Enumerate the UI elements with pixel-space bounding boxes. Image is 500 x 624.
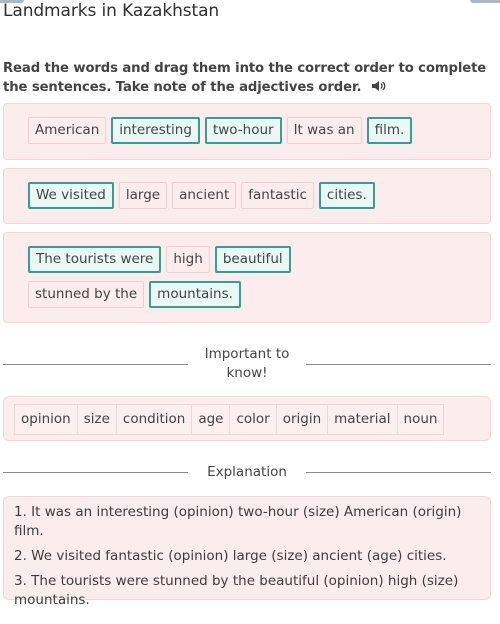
word-chip[interactable]: film. [366, 117, 413, 144]
sentence-drop-area-3[interactable]: The tourists were high beautiful stunned… [3, 232, 491, 323]
divider-line [3, 472, 188, 473]
chip-row: American interesting two-hour It was an … [28, 117, 480, 144]
divider-line [306, 363, 491, 365]
word-chip[interactable]: It was an [286, 117, 362, 144]
word-chip[interactable]: American [28, 117, 107, 144]
adjective-order-cell: age [192, 405, 231, 434]
top-right-tab[interactable] [470, 0, 500, 3]
word-chip[interactable]: fantastic [241, 182, 314, 209]
adjective-order-cell: noun [403, 411, 438, 427]
adjective-order-cell: color [230, 405, 277, 434]
word-chip[interactable]: interesting [111, 117, 200, 144]
word-chip[interactable]: two-hour [204, 117, 282, 144]
explanation-line: 3. The tourists were stunned by the beau… [14, 573, 459, 608]
word-chip[interactable]: cities. [318, 182, 375, 209]
adjective-order-table: opinion size condition age color origin … [14, 404, 445, 435]
explanation-box: 1. It was an interesting (opinion) two-h… [3, 496, 491, 608]
word-chip[interactable]: The tourists were [28, 246, 162, 273]
explanation-label: Explanation [207, 464, 287, 480]
adjective-order-cell: condition [117, 405, 193, 434]
word-chip[interactable]: stunned by the [28, 281, 145, 308]
chip-row: We visited large ancient fantastic citie… [28, 182, 480, 209]
sentence-drop-area-1[interactable]: American interesting two-hour It was an … [3, 103, 491, 160]
adjective-order-box: opinion size condition age color origin … [3, 396, 491, 441]
exercise-page: Landmarks in Kazakhstan Read the words a… [0, 0, 500, 624]
adjective-order-cell: material [328, 405, 398, 434]
sentence-drop-area-2[interactable]: We visited large ancient fantastic citie… [3, 168, 491, 224]
speaker-icon[interactable] [371, 79, 387, 91]
explanation-divider: Explanation [3, 463, 491, 482]
word-chip[interactable]: ancient [172, 182, 237, 209]
explanation-line: 2. We visited fantastic (opinion) large … [14, 548, 447, 564]
divider-line [3, 363, 188, 365]
important-label-line1: Important to [204, 346, 290, 362]
divider-line [306, 472, 491, 473]
word-chip[interactable]: mountains. [149, 281, 241, 308]
adjective-order-cell: opinion [15, 405, 78, 434]
word-chip[interactable]: beautiful [214, 246, 291, 273]
page-title: Landmarks in Kazakhstan [3, 1, 220, 21]
word-chip[interactable]: We visited [28, 182, 114, 209]
instructions-text: Read the words and drag them into the co… [3, 61, 487, 95]
explanation-line: 1. It was an interesting (opinion) two-h… [14, 504, 462, 539]
word-chip[interactable]: large [118, 182, 168, 209]
word-chip[interactable]: high [166, 246, 210, 273]
instructions: Read the words and drag them into the co… [3, 59, 497, 97]
important-divider: Important to know! [3, 345, 491, 383]
adjective-order-cell: size [78, 405, 117, 434]
important-label: Important to know! [188, 345, 306, 383]
adjective-order-cell: origin [277, 405, 329, 434]
important-label-line2: know! [226, 365, 268, 381]
chip-row: The tourists were high beautiful stunned… [28, 246, 390, 308]
